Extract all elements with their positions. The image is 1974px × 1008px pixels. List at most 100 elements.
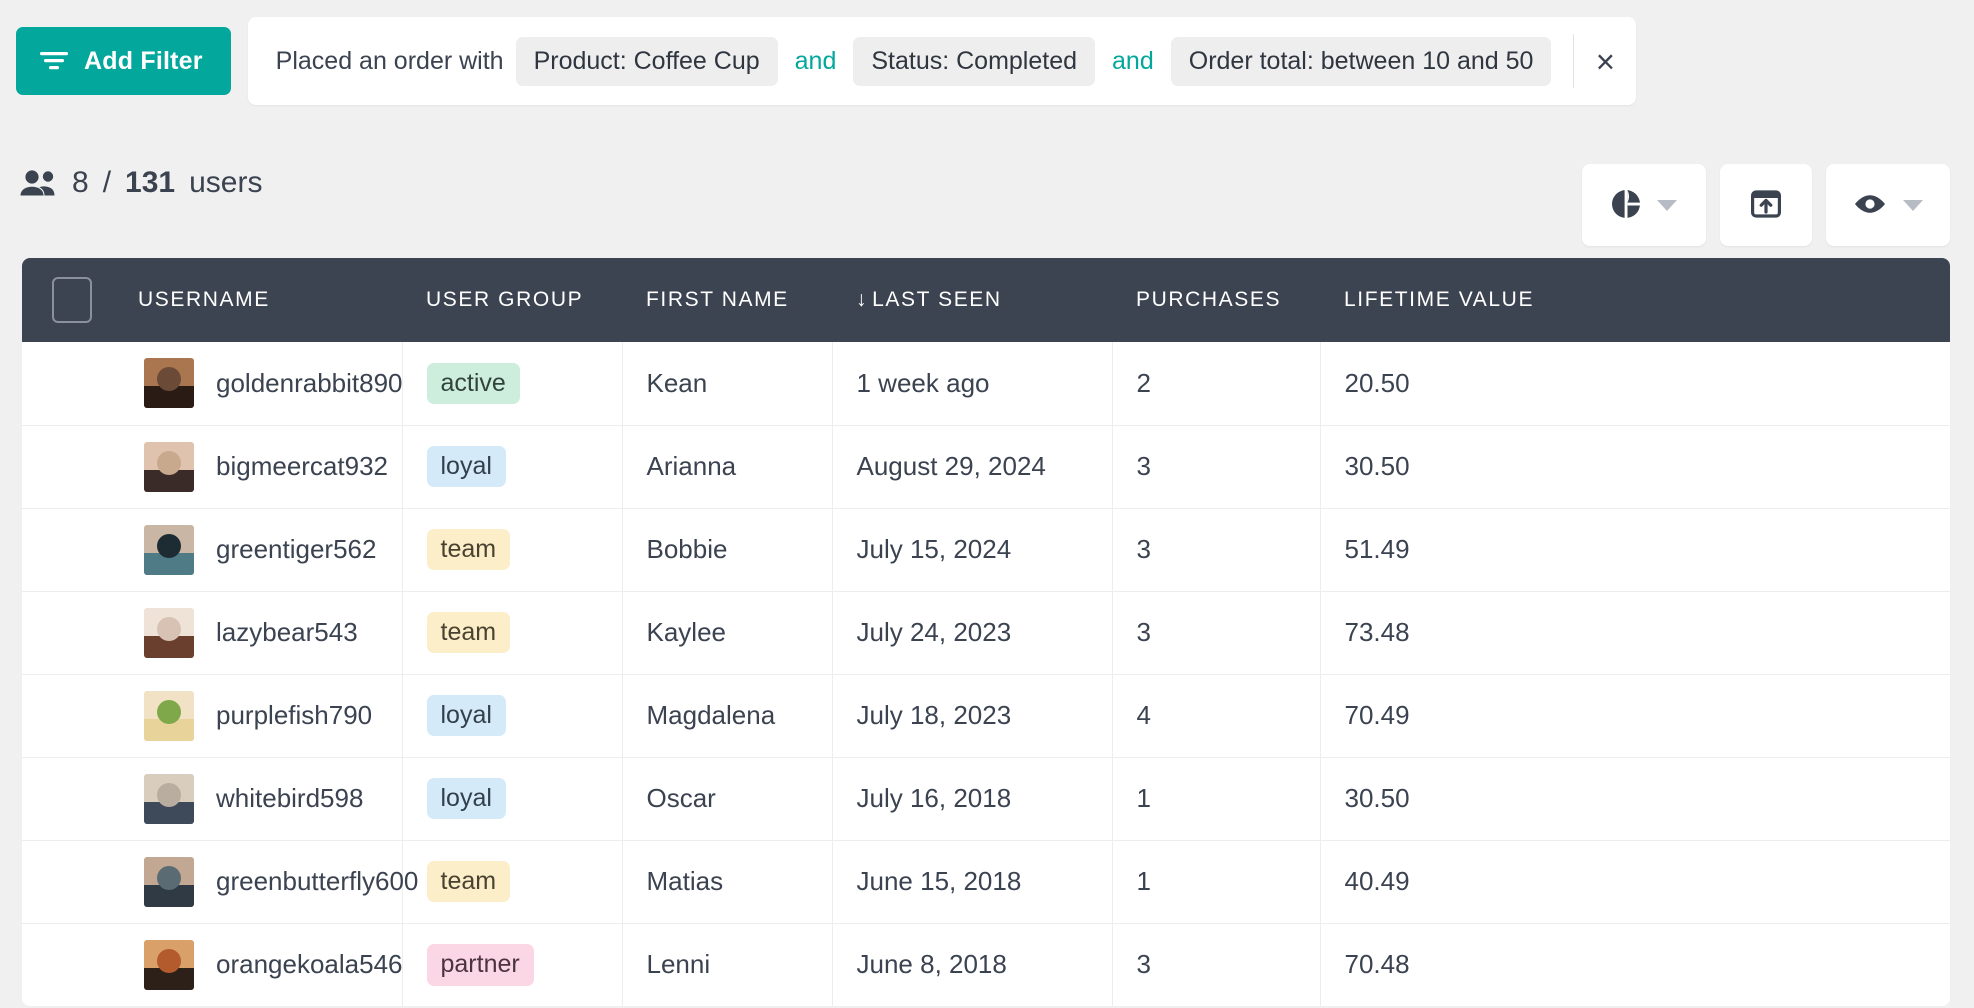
table-body: goldenrabbit890 active Kean 1 week ago 2…: [22, 342, 1950, 1006]
sort-descending-icon: ↓: [856, 288, 869, 311]
filter-lead-text: Placed an order with: [275, 46, 504, 75]
chart-button[interactable]: [1582, 164, 1706, 246]
cell-user-group: loyal: [401, 424, 622, 508]
avatar: [144, 856, 194, 907]
cell-first-name: Bobbie: [621, 507, 832, 591]
chevron-down-icon: [1903, 199, 1923, 211]
cell-lifetime-value: 70.49: [1319, 673, 1950, 757]
row-checkbox-cell: [22, 839, 114, 923]
table-row[interactable]: whitebird598 loyal Oscar July 16, 2018 1…: [22, 756, 1950, 840]
cell-user-group: partner: [401, 922, 622, 1006]
table-row[interactable]: goldenrabbit890 active Kean 1 week ago 2…: [22, 342, 1950, 425]
avatar: [144, 773, 194, 824]
cell-username: lazybear543: [114, 590, 402, 674]
users-filter-page: Add Filter Placed an order with Product:…: [0, 0, 1974, 1008]
column-header-first-name[interactable]: FIRST NAME: [622, 258, 832, 342]
cell-lifetime-value: 30.50: [1319, 756, 1950, 840]
row-checkbox-cell: [22, 590, 114, 674]
cell-user-group: team: [401, 507, 622, 591]
cell-last-seen: July 18, 2023: [831, 673, 1112, 757]
column-header-purchases[interactable]: PURCHASES: [1112, 258, 1320, 342]
results-meta-row: 8 / 131 users: [0, 122, 1974, 258]
pie-chart-icon: [1611, 189, 1641, 222]
username-text: lazybear543: [216, 617, 358, 647]
row-checkbox-cell: [22, 342, 114, 425]
status-badge: team: [426, 860, 511, 903]
cell-username: bigmeercat932: [114, 424, 402, 508]
avatar: [144, 939, 194, 990]
filter-conjunction-1: and: [794, 46, 837, 75]
cell-purchases: 2: [1111, 342, 1320, 425]
username-text: greenbutterfly600: [216, 866, 419, 896]
avatar: [144, 690, 194, 741]
cell-username: purplefish790: [114, 673, 402, 757]
table-row[interactable]: bigmeercat932 loyal Arianna August 29, 2…: [22, 424, 1950, 508]
select-all-checkbox[interactable]: [52, 277, 92, 323]
cell-last-seen: 1 week ago: [831, 342, 1112, 425]
status-badge: team: [426, 611, 511, 654]
cell-purchases: 1: [1111, 839, 1320, 923]
cell-user-group: team: [401, 590, 622, 674]
filter-pill-order-total[interactable]: Order total: between 10 and 50: [1170, 36, 1552, 86]
cell-first-name: Lenni: [621, 922, 832, 1006]
table-row[interactable]: lazybear543 team Kaylee July 24, 2023 3 …: [22, 590, 1950, 674]
column-header-last-seen-label: LAST SEEN: [872, 288, 1002, 311]
username-text: greentiger562: [216, 534, 377, 564]
user-count-total: 131: [125, 166, 176, 199]
filter-bar: Add Filter Placed an order with Product:…: [0, 0, 1974, 122]
table-row[interactable]: greentiger562 team Bobbie July 15, 2024 …: [22, 507, 1950, 591]
cell-last-seen: July 16, 2018: [831, 756, 1112, 840]
cell-purchases: 3: [1111, 507, 1320, 591]
status-badge: loyal: [426, 777, 506, 820]
username-text: whitebird598: [216, 783, 364, 813]
cell-last-seen: August 29, 2024: [831, 424, 1112, 508]
row-checkbox-cell: [22, 756, 114, 840]
cell-purchases: 3: [1111, 922, 1320, 1006]
table-actions: [1582, 164, 1950, 246]
filter-pill-product[interactable]: Product: Coffee Cup: [515, 36, 778, 86]
cell-username: goldenrabbit890: [114, 342, 403, 425]
cell-lifetime-value: 73.48: [1319, 590, 1950, 674]
filter-conjunction-2: and: [1112, 46, 1154, 75]
row-checkbox-cell: [22, 507, 114, 591]
close-icon[interactable]: ×: [1574, 30, 1636, 92]
cell-username: orangekoala546: [114, 922, 403, 1006]
row-checkbox-cell: [22, 424, 114, 508]
column-header-last-seen[interactable]: ↓ LAST SEEN: [832, 258, 1112, 342]
cell-lifetime-value: 20.50: [1319, 342, 1950, 425]
status-badge: team: [426, 528, 511, 571]
cell-purchases: 3: [1111, 590, 1320, 674]
cell-user-group: active: [401, 342, 622, 425]
column-header-username[interactable]: USERNAME: [114, 258, 402, 342]
user-count-unit: users: [189, 166, 263, 199]
user-count-separator: /: [102, 166, 112, 199]
cell-first-name: Kean: [621, 342, 832, 425]
cell-lifetime-value: 40.49: [1319, 839, 1950, 923]
table-header-row: USERNAME USER GROUP FIRST NAME ↓ LAST SEE…: [22, 258, 1950, 342]
eye-icon: [1853, 193, 1887, 218]
cell-purchases: 4: [1111, 673, 1320, 757]
add-filter-button[interactable]: Add Filter: [16, 27, 231, 95]
row-checkbox-cell: [22, 673, 114, 757]
filter-icon: [40, 50, 68, 72]
cell-lifetime-value: 30.50: [1319, 424, 1950, 508]
cell-first-name: Oscar: [621, 756, 832, 840]
cell-last-seen: July 15, 2024: [831, 507, 1112, 591]
export-button[interactable]: [1720, 164, 1812, 246]
table-row[interactable]: orangekoala546 partner Lenni June 8, 201…: [22, 922, 1950, 1006]
select-all-cell: [22, 258, 114, 342]
table-row[interactable]: purplefish790 loyal Magdalena July 18, 2…: [22, 673, 1950, 757]
user-count-shown: 8: [72, 166, 89, 199]
table-row[interactable]: greenbutterfly600 team Matias June 15, 2…: [22, 839, 1950, 923]
cell-first-name: Matias: [621, 839, 832, 923]
cell-last-seen: July 24, 2023: [831, 590, 1112, 674]
cell-last-seen: June 15, 2018: [831, 839, 1112, 923]
column-header-lifetime-value[interactable]: LIFETIME VALUE: [1320, 258, 1950, 342]
cell-username: greentiger562: [114, 507, 402, 591]
column-header-user-group[interactable]: USER GROUP: [402, 258, 622, 342]
visibility-button[interactable]: [1826, 164, 1950, 246]
user-count: 8 / 131 users: [20, 166, 262, 200]
filter-pill-status[interactable]: Status: Completed: [853, 36, 1096, 86]
chevron-down-icon: [1657, 199, 1677, 211]
status-badge: loyal: [426, 694, 506, 737]
